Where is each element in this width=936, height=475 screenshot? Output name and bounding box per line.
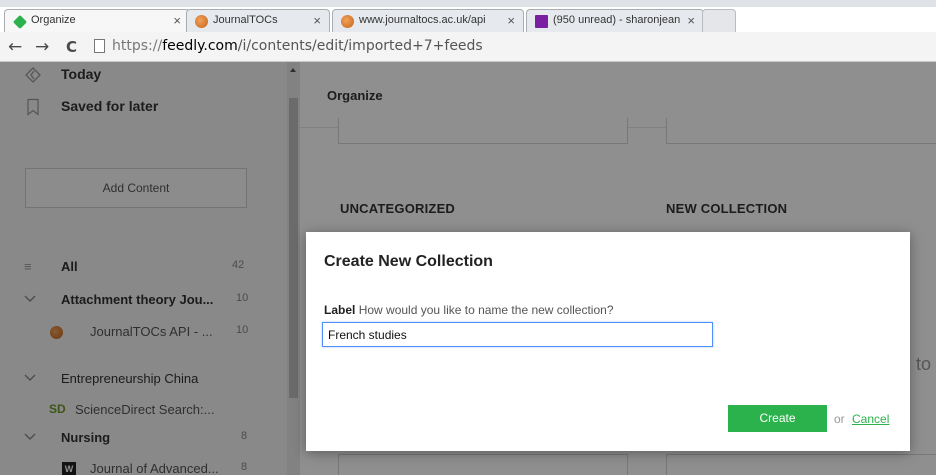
tab-organize[interactable]: Organize × <box>4 9 190 33</box>
collection-name-input[interactable] <box>322 322 713 347</box>
reload-icon[interactable]: C <box>66 38 77 56</box>
close-icon[interactable]: × <box>507 13 515 28</box>
close-icon[interactable]: × <box>173 13 181 28</box>
create-button[interactable]: Create <box>728 405 827 432</box>
tab-journaltocs[interactable]: JournalTOCs × <box>186 9 330 33</box>
url-scheme: https:// <box>112 38 163 54</box>
label-hint: How would you like to name the new colle… <box>358 303 614 317</box>
journaltocs-icon <box>195 15 208 28</box>
label-caption: Label <box>324 303 356 317</box>
browser-tab-strip: Organize × JournalTOCs × www.journaltocs… <box>0 0 936 33</box>
feedly-icon <box>12 14 28 30</box>
tab-journaltocs-api[interactable]: www.journaltocs.ac.uk/api × <box>332 9 524 33</box>
address-bar: ← → C https://feedly.com/i/contents/edit… <box>0 32 936 62</box>
cancel-link[interactable]: Cancel <box>852 412 889 426</box>
url-path: /i/contents/edit/imported+7+feeds <box>237 38 483 54</box>
url-host: feedly.com <box>162 38 238 54</box>
page-icon <box>94 39 105 53</box>
back-arrow-icon[interactable]: ← <box>8 37 22 57</box>
tab-strip-background <box>0 0 936 7</box>
tab-title: www.journaltocs.ac.uk/api <box>359 14 486 26</box>
tab-title: Organize <box>31 14 76 26</box>
forward-arrow-icon[interactable]: → <box>35 37 49 57</box>
create-collection-dialog: Create New Collection Label How would yo… <box>306 232 910 451</box>
label-field-caption: Label How would you like to name the new… <box>324 303 614 317</box>
close-icon[interactable]: × <box>687 13 695 28</box>
close-icon[interactable]: × <box>313 13 321 28</box>
url-field[interactable]: https://feedly.com/i/contents/edit/impor… <box>92 36 932 57</box>
journaltocs-icon <box>341 15 354 28</box>
new-tab-button[interactable] <box>702 9 736 33</box>
tab-mail[interactable]: (950 unread) - sharonjean × <box>526 9 704 33</box>
or-separator: or <box>834 412 845 426</box>
dialog-title: Create New Collection <box>324 253 493 270</box>
tab-title: (950 unread) - sharonjean <box>553 14 681 26</box>
tab-title: JournalTOCs <box>213 14 278 26</box>
mail-icon <box>535 15 548 28</box>
